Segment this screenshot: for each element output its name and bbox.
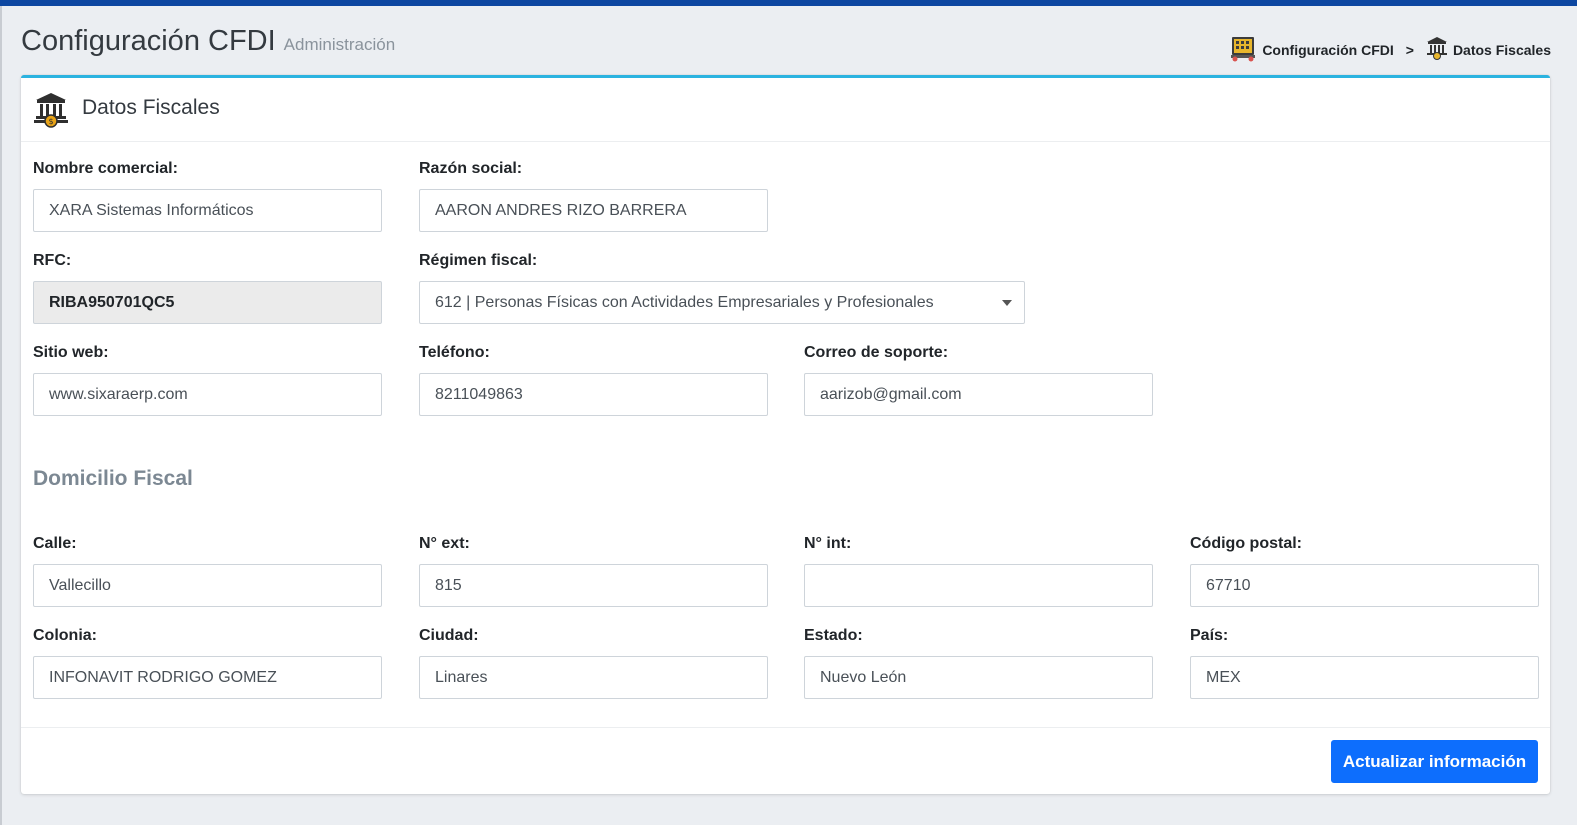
field-num-ext: N° ext: 815 <box>419 534 768 607</box>
estado-label: Estado: <box>804 627 863 644</box>
codigo-postal-label: Código postal: <box>1190 535 1302 552</box>
estado-input[interactable]: Nuevo León <box>804 656 1153 699</box>
razon-social-label: Razón social: <box>419 160 523 177</box>
regimen-fiscal-value: 612 | Personas Físicas con Actividades E… <box>435 294 934 311</box>
field-nombre-comercial: Nombre comercial: XARA Sistemas Informát… <box>33 159 382 232</box>
pais-input[interactable]: MEX <box>1190 656 1539 699</box>
field-correo-soporte: Correo de soporte: aarizob@gmail.com <box>804 343 1153 416</box>
correo-soporte-label: Correo de soporte: <box>804 344 949 361</box>
nombre-comercial-label: Nombre comercial: <box>33 160 178 177</box>
svg-text:$: $ <box>48 117 53 126</box>
top-accent-bar <box>0 0 1577 6</box>
breadcrumb-item-datos-fiscales: Datos Fiscales <box>1426 36 1551 63</box>
breadcrumb-label-datos-fiscales: Datos Fiscales <box>1452 41 1551 58</box>
field-razon-social: Razón social: AARON ANDRES RIZO BARRERA <box>419 159 768 232</box>
regimen-fiscal-label: Régimen fiscal: <box>419 252 538 269</box>
field-rfc: RFC: RIBA950701QC5 <box>33 251 382 324</box>
colonia-input[interactable]: INFONAVIT RODRIGO GOMEZ <box>33 656 382 699</box>
field-sitio-web: Sitio web: www.sixaraerp.com <box>33 343 382 416</box>
calle-label: Calle: <box>33 535 77 552</box>
breadcrumb-item-configuracion[interactable]: Configuración CFDI <box>1229 34 1394 65</box>
colonia-label: Colonia: <box>33 627 97 644</box>
num-ext-input[interactable]: 815 <box>419 564 768 607</box>
breadcrumb: Configuración CFDI > Datos Fiscales <box>1229 34 1551 65</box>
field-colonia: Colonia: INFONAVIT RODRIGO GOMEZ <box>33 626 382 699</box>
regimen-fiscal-select[interactable]: 612 | Personas Físicas con Actividades E… <box>419 281 1025 324</box>
rfc-label: RFC: <box>33 252 72 269</box>
ciudad-input[interactable]: Linares <box>419 656 768 699</box>
card-title: Datos Fiscales <box>82 96 220 119</box>
page-header: Configuración CFDI Administración Configu… <box>21 22 1551 62</box>
correo-soporte-input[interactable]: aarizob@gmail.com <box>804 373 1153 416</box>
razon-social-input[interactable]: AARON ANDRES RIZO BARRERA <box>419 189 768 232</box>
field-codigo-postal: Código postal: 67710 <box>1190 534 1539 607</box>
domicilio-fiscal-heading: Domicilio Fiscal <box>33 467 193 490</box>
breadcrumb-label-configuracion: Configuración CFDI <box>1262 41 1394 58</box>
field-pais: País: MEX <box>1190 626 1539 699</box>
actualizar-informacion-button[interactable]: Actualizar información <box>1331 740 1538 783</box>
left-edge <box>0 6 2 825</box>
field-calle: Calle: Vallecillo <box>33 534 382 607</box>
datos-fiscales-card: $ Datos Fiscales Nombre comercial: XARA … <box>21 75 1550 794</box>
page-subtitle: Administración <box>283 35 396 54</box>
sitio-web-label: Sitio web: <box>33 344 109 361</box>
telefono-input[interactable]: 8211049863 <box>419 373 768 416</box>
breadcrumb-separator: > <box>1405 41 1414 58</box>
card-footer: Actualizar información <box>21 727 1550 797</box>
ciudad-label: Ciudad: <box>419 627 479 644</box>
bank-icon <box>1426 36 1448 63</box>
codigo-postal-input[interactable]: 67710 <box>1190 564 1539 607</box>
pais-label: País: <box>1190 627 1229 644</box>
rfc-input: RIBA950701QC5 <box>33 281 382 324</box>
page-title: Configuración CFDI Administración <box>21 22 395 64</box>
building-config-icon <box>1229 34 1257 65</box>
field-regimen-fiscal: Régimen fiscal: 612 | Personas Físicas c… <box>419 251 1025 324</box>
num-ext-label: N° ext: <box>419 535 470 552</box>
calle-input[interactable]: Vallecillo <box>33 564 382 607</box>
field-ciudad: Ciudad: Linares <box>419 626 768 699</box>
nombre-comercial-input[interactable]: XARA Sistemas Informáticos <box>33 189 382 232</box>
page-title-text: Configuración CFDI <box>21 25 276 57</box>
field-estado: Estado: Nuevo León <box>804 626 1153 699</box>
num-int-input[interactable] <box>804 564 1153 607</box>
chevron-down-icon <box>1002 300 1012 306</box>
sitio-web-input[interactable]: www.sixaraerp.com <box>33 373 382 416</box>
num-int-label: N° int: <box>804 535 852 552</box>
telefono-label: Teléfono: <box>419 344 490 361</box>
bank-money-icon: $ <box>34 91 68 134</box>
card-header: $ Datos Fiscales <box>21 78 1550 142</box>
field-num-int: N° int: <box>804 534 1153 607</box>
field-telefono: Teléfono: 8211049863 <box>419 343 768 416</box>
